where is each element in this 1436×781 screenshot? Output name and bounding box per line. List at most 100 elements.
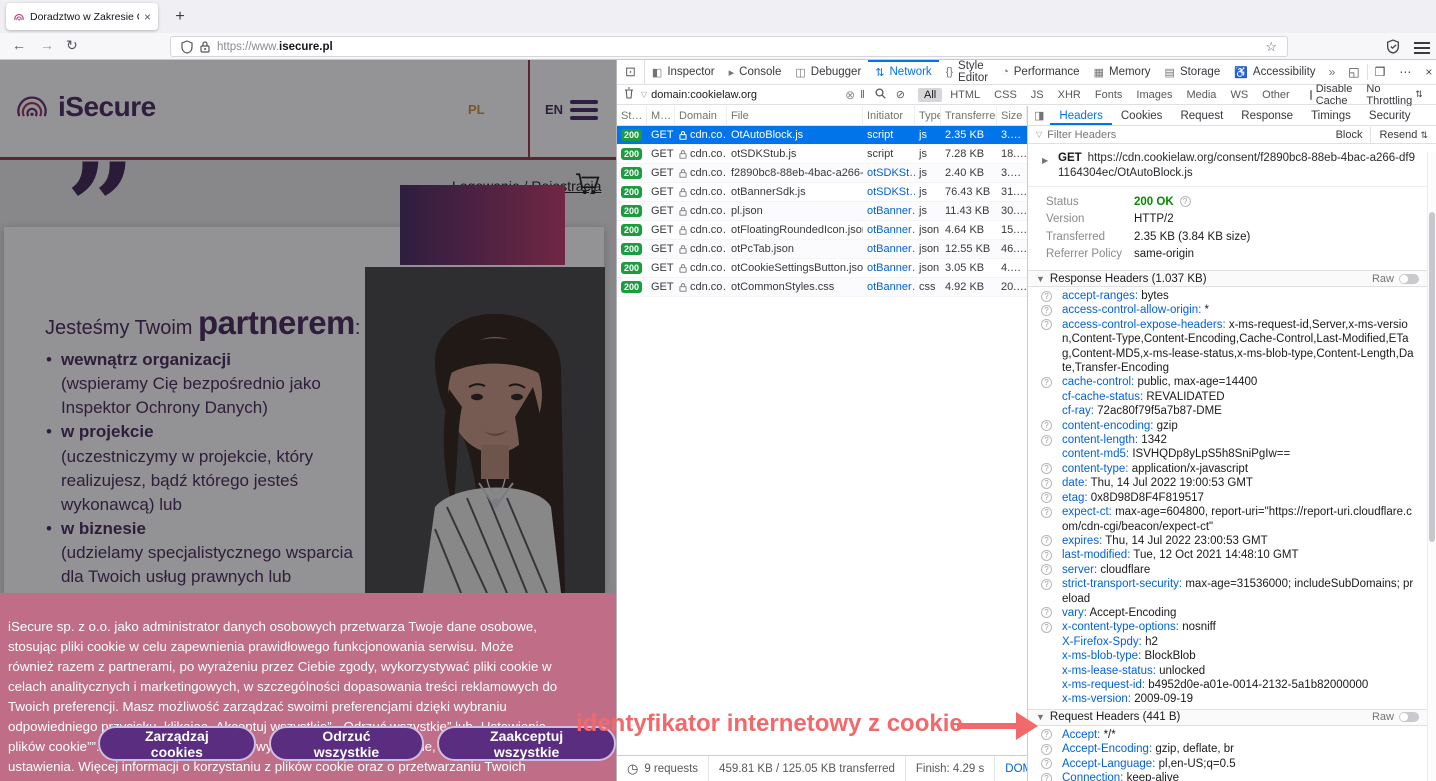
help-icon[interactable]: ?	[1041, 463, 1052, 474]
type-filter-html[interactable]: HTML	[944, 88, 986, 102]
block-button[interactable]: Block	[1328, 129, 1371, 141]
table-row[interactable]: 200GETcdn.co…otSDKStub.jsscriptjs7.28 KB…	[617, 145, 1027, 164]
block-requests-icon[interactable]: ⊘	[891, 88, 910, 101]
disable-cache-checkbox[interactable]	[1310, 90, 1312, 100]
help-icon[interactable]: ?	[1041, 729, 1052, 740]
help-icon[interactable]: ?	[1041, 758, 1052, 769]
help-icon[interactable]: ?	[1041, 564, 1052, 575]
column-header[interactable]: Size	[997, 106, 1027, 125]
header-item[interactable]: ?content-type: application/x-javascript	[1028, 462, 1427, 476]
tracking-shield-icon[interactable]	[181, 40, 193, 54]
initiator-cell[interactable]: otBanner…	[863, 243, 915, 255]
header-item[interactable]: ?date: Thu, 14 Jul 2022 19:00:53 GMT	[1028, 476, 1427, 490]
type-filter-xhr[interactable]: XHR	[1052, 88, 1087, 102]
column-header[interactable]: St…	[617, 106, 647, 125]
browser-tab[interactable]: Doradztwo w Zakresie Ochrony Dany ×	[6, 3, 158, 30]
help-icon[interactable]: ?	[1041, 607, 1052, 618]
header-item[interactable]: cf-cache-status: REVALIDATED	[1028, 390, 1427, 404]
column-header[interactable]: Type	[915, 106, 941, 125]
url-filter-box[interactable]: ▽ ⊗	[641, 88, 855, 102]
help-icon[interactable]: ?	[1180, 196, 1191, 207]
clear-filter-icon[interactable]: ⊗	[845, 88, 855, 102]
new-tab-button[interactable]: +	[168, 5, 192, 29]
collapse-triangle-icon[interactable]: ▼	[1036, 274, 1045, 284]
clear-requests-icon[interactable]	[617, 87, 641, 102]
headers-filter-input[interactable]	[1047, 129, 1227, 141]
help-icon[interactable]: ?	[1041, 291, 1052, 302]
type-filter-all[interactable]: All	[918, 88, 942, 102]
url-filter-input[interactable]	[651, 89, 841, 101]
help-icon[interactable]: ?	[1041, 478, 1052, 489]
column-header[interactable]: Initiator	[863, 106, 915, 125]
detail-tab-request[interactable]: Request	[1171, 106, 1232, 125]
split-panel-icon[interactable]: ◨	[1028, 109, 1050, 122]
resend-button[interactable]: Resend ⇅	[1371, 129, 1436, 141]
table-row[interactable]: 200GETcdn.co…OtAutoBlock.jsscriptjs2.35 …	[617, 126, 1027, 145]
response-headers-section-header[interactable]: ▼ Response Headers (1.037 KB) Raw	[1028, 270, 1427, 287]
header-item[interactable]: ?Connection: keep-alive	[1028, 771, 1427, 781]
devtools-tab-memory[interactable]: ▦Memory	[1087, 60, 1158, 84]
devtools-tab-console[interactable]: ▸Console	[722, 60, 789, 84]
bookmark-star-icon[interactable]: ☆	[1265, 39, 1277, 55]
header-item[interactable]: ?strict-transport-security: max-age=3153…	[1028, 577, 1427, 606]
header-item[interactable]: ?cache-control: public, max-age=14400	[1028, 375, 1427, 389]
header-item[interactable]: ?content-length: 1342	[1028, 433, 1427, 447]
initiator-cell[interactable]: otBanner…	[863, 224, 915, 236]
table-row[interactable]: 200GETcdn.co…pl.jsonotBanner…js11.43 KB3…	[617, 202, 1027, 221]
header-item[interactable]: ?expires: Thu, 14 Jul 2022 23:00:53 GMT	[1028, 534, 1427, 548]
help-icon[interactable]: ?	[1041, 550, 1052, 561]
type-filter-fonts[interactable]: Fonts	[1089, 88, 1129, 102]
column-header[interactable]: File	[727, 106, 863, 125]
header-item[interactable]: ?etag: 0x8D98D8F4F819517	[1028, 491, 1427, 505]
devtools-tab-inspector[interactable]: ◧Inspector	[645, 60, 722, 84]
help-icon[interactable]: ?	[1041, 377, 1052, 388]
devtools-tab-performance[interactable]: ◔Performance	[995, 60, 1087, 84]
table-row[interactable]: 200GETcdn.co…f2890bc8-88eb-4bac-a266-df9…	[617, 164, 1027, 183]
help-icon[interactable]: ?	[1041, 492, 1052, 503]
initiator-cell[interactable]: otSDKSt…	[863, 186, 915, 198]
detail-tab-cookies[interactable]: Cookies	[1112, 106, 1172, 125]
type-filter-other[interactable]: Other	[1256, 88, 1296, 102]
header-item[interactable]: ?expect-ct: max-age=604800, report-uri="…	[1028, 505, 1427, 534]
type-filter-images[interactable]: Images	[1130, 88, 1178, 102]
browser-menu-icon[interactable]	[1414, 39, 1430, 57]
initiator-cell[interactable]: otBanner…	[863, 262, 915, 274]
header-item[interactable]: x-ms-blob-type: BlockBlob	[1028, 649, 1427, 663]
help-icon[interactable]: ?	[1041, 305, 1052, 316]
search-icon[interactable]	[870, 88, 891, 102]
request-headers-section-header[interactable]: ▼ Request Headers (441 B) Raw	[1028, 709, 1427, 726]
table-row[interactable]: 200GETcdn.co…otBannerSdk.jsotSDKSt…js76.…	[617, 183, 1027, 202]
pick-element-icon[interactable]: ⊡	[617, 60, 645, 84]
header-item[interactable]: ?vary: Accept-Encoding	[1028, 606, 1427, 620]
raw-toggle[interactable]	[1399, 712, 1419, 722]
detail-tab-security[interactable]: Security	[1360, 106, 1420, 125]
table-row[interactable]: 200GETcdn.co…otFloatingRoundedIcon.jsono…	[617, 221, 1027, 240]
request-url-row[interactable]: ▶ GEThttps://cdn.cookielaw.org/consent/f…	[1028, 145, 1427, 187]
header-item[interactable]: ?access-control-expose-headers: x-ms-req…	[1028, 318, 1427, 376]
help-icon[interactable]: ?	[1041, 420, 1052, 431]
header-item[interactable]: x-ms-lease-status: unlocked	[1028, 664, 1427, 678]
header-item[interactable]: X-Firefox-Spdy: h2	[1028, 635, 1427, 649]
protections-shield-icon[interactable]	[1386, 39, 1400, 54]
detail-tab-timings[interactable]: Timings	[1302, 106, 1360, 125]
more-tools-chevron-icon[interactable]: »	[1323, 65, 1342, 79]
devtools-tab-style-editor[interactable]: {}Style Editor	[939, 60, 995, 84]
header-item[interactable]: ?Accept-Encoding: gzip, deflate, br	[1028, 742, 1427, 756]
header-item[interactable]: cf-ray: 72ac80f79f5a7b87-DME	[1028, 404, 1427, 418]
devtools-tab-debugger[interactable]: ◫Debugger	[788, 60, 868, 84]
initiator-cell[interactable]: otBanner…	[863, 205, 915, 217]
disclosure-triangle-icon[interactable]: ▶	[1042, 153, 1048, 168]
raw-toggle[interactable]	[1399, 274, 1419, 284]
devtools-tab-storage[interactable]: ▤Storage	[1158, 60, 1228, 84]
type-filter-css[interactable]: CSS	[988, 88, 1023, 102]
detail-tab-response[interactable]: Response	[1232, 106, 1302, 125]
header-item[interactable]: x-ms-request-id: b4952d0e-a01e-0014-2132…	[1028, 678, 1427, 692]
type-filter-ws[interactable]: WS	[1224, 88, 1254, 102]
initiator-cell[interactable]: otBanner…	[863, 281, 915, 293]
headers-scroll-area[interactable]: ▶ GEThttps://cdn.cookielaw.org/consent/f…	[1028, 145, 1427, 781]
help-icon[interactable]: ?	[1041, 579, 1052, 590]
close-devtools-icon[interactable]: ×	[1418, 65, 1436, 79]
initiator-cell[interactable]: otSDKSt…	[863, 167, 915, 179]
dock-to-bottom-icon[interactable]: ◱	[1341, 65, 1366, 79]
lock-icon[interactable]	[200, 40, 210, 53]
